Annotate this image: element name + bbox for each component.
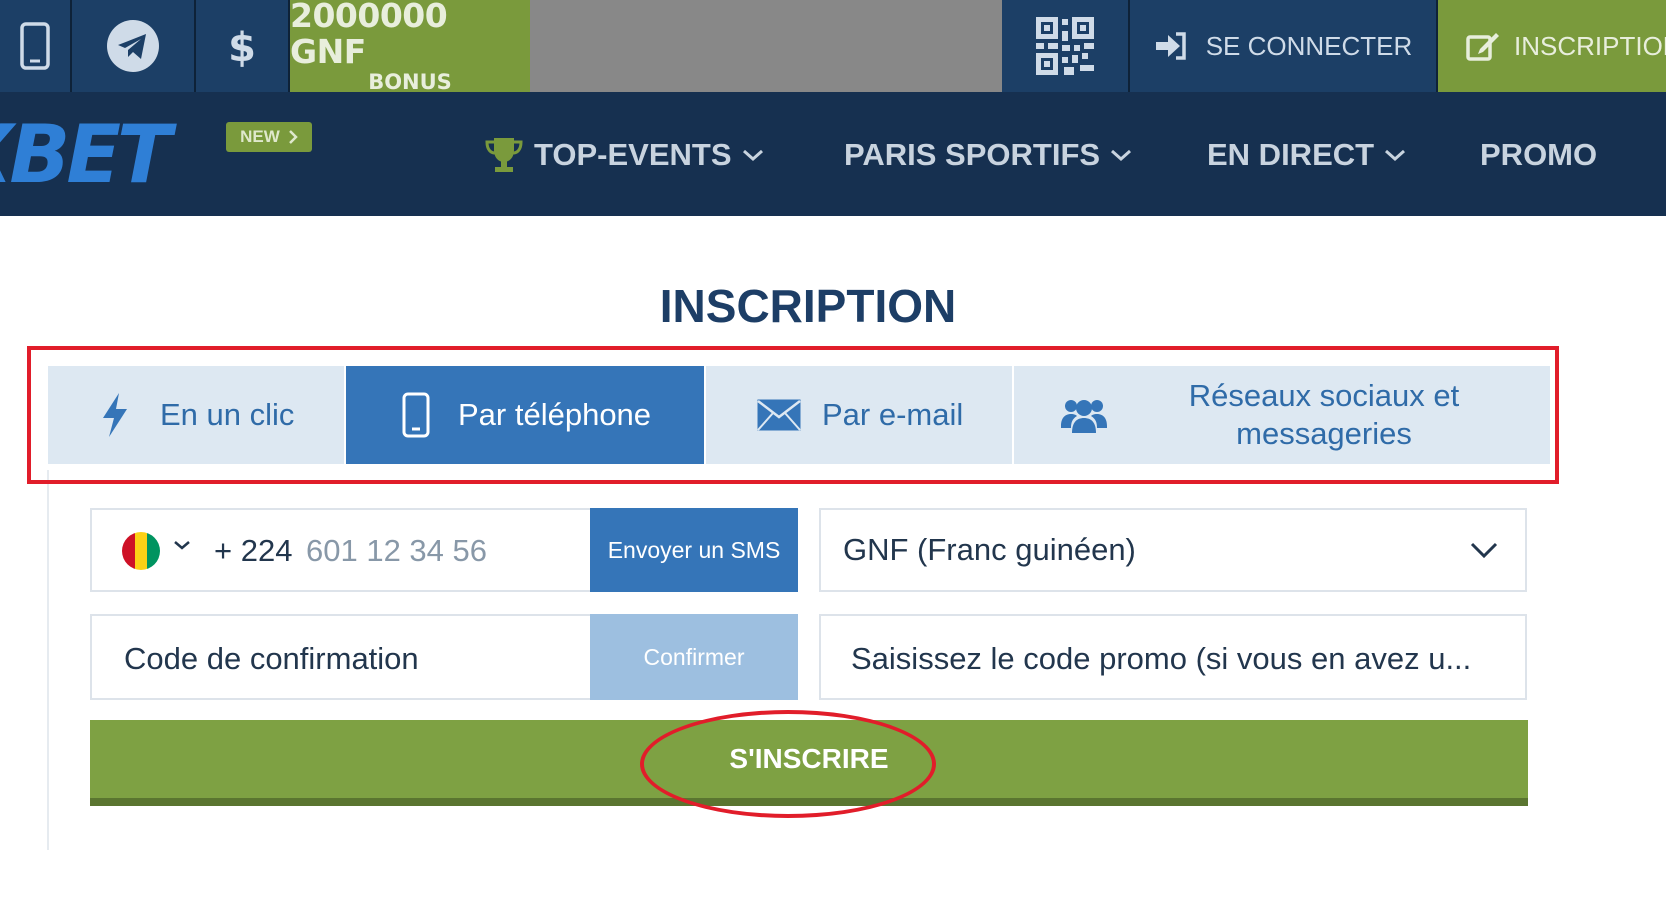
login-button[interactable]: SE CONNECTER (1130, 0, 1438, 92)
mobile-app-button[interactable] (0, 0, 72, 92)
svg-text:$: $ (228, 25, 256, 69)
trophy-icon (484, 136, 524, 174)
bonus-banner[interactable]: 2000000 GNF BONUS (290, 0, 530, 94)
nav-promo-label: PROMO (1480, 137, 1598, 172)
dial-code: + 224 (214, 533, 293, 568)
nav-sports-betting[interactable]: PARIS SPORTIFS (844, 132, 1132, 178)
tab-phone-label: Par téléphone (458, 397, 652, 432)
lightning-icon (100, 392, 130, 438)
confirmation-code-input[interactable] (124, 640, 584, 678)
phone-icon (20, 22, 50, 70)
top-bar: $ 2000000 GNF BONUS SE CONNECTER INSCRIP… (0, 0, 1666, 94)
users-group-icon (1060, 396, 1108, 434)
flag-yellow-stripe (134, 532, 148, 570)
tab-one-click[interactable]: En un clic (48, 366, 344, 464)
guinea-flag-icon[interactable] (122, 532, 160, 570)
nav-top-events[interactable]: TOP-EVENTS (484, 132, 764, 178)
nav-top-events-label: TOP-EVENTS (534, 137, 732, 172)
confirmation-code-field: Confirmer (90, 614, 798, 700)
page-title: INSCRIPTION (659, 280, 957, 332)
flag-green-stripe (147, 532, 160, 570)
qr-code-button[interactable] (1002, 0, 1130, 92)
nav-live[interactable]: EN DIRECT (1207, 132, 1406, 178)
currency-value: GNF (Franc guinéen) (843, 532, 1136, 567)
telegram-button[interactable] (72, 0, 196, 92)
phone-number-field: + 224 Envoyer un SMS (90, 508, 798, 592)
register-top-button[interactable]: INSCRIPTION (1438, 0, 1666, 92)
tab-social-networks[interactable]: Réseaux sociaux et messageries (1014, 366, 1550, 464)
tab-email[interactable]: Par e-mail (706, 366, 1012, 464)
chevron-down-icon (1469, 540, 1499, 560)
promo-code-input[interactable] (851, 640, 1501, 678)
envelope-icon (756, 398, 802, 432)
confirm-code-button[interactable]: Confirmer (590, 614, 798, 700)
site-logo[interactable]: 1XBET (0, 110, 172, 200)
phone-input[interactable] (306, 532, 586, 570)
flag-red-stripe (122, 532, 135, 570)
banner-placeholder (530, 0, 1002, 92)
new-badge[interactable]: NEW (226, 122, 312, 152)
chevron-down-icon (742, 148, 764, 162)
sign-in-icon (1154, 31, 1188, 61)
tab-social-networks-label: Réseaux sociaux et messageries (1188, 378, 1460, 451)
qr-code-icon (1036, 17, 1094, 75)
dollar-icon: $ (228, 23, 256, 69)
main-nav: 1XBET NEW TOP-EVENTS PARIS SPORTIFS EN D… (0, 92, 1666, 216)
tab-email-label: Par e-mail (822, 397, 964, 432)
bonus-label: BONUS (368, 70, 452, 94)
register-top-label: INSCRIPTION (1514, 30, 1666, 61)
tab-phone[interactable]: Par téléphone (346, 366, 704, 464)
form-panel-border (47, 470, 49, 850)
promo-code-field (819, 614, 1527, 700)
nav-sports-betting-label: PARIS SPORTIFS (844, 137, 1101, 172)
telegram-icon (106, 19, 160, 73)
edit-icon (1466, 31, 1500, 61)
send-sms-button[interactable]: Envoyer un SMS (590, 508, 798, 592)
nav-live-label: EN DIRECT (1207, 137, 1375, 172)
register-submit-button[interactable]: S'INSCRIRE (90, 720, 1528, 806)
country-chevron-down-icon[interactable] (172, 538, 192, 552)
nav-promo[interactable]: PROMO (1480, 132, 1597, 178)
tab-one-click-label: En un clic (160, 397, 295, 432)
chevron-right-icon (288, 129, 298, 145)
currency-select[interactable]: GNF (Franc guinéen) (819, 508, 1527, 592)
chevron-down-icon (1384, 148, 1406, 162)
chevron-down-icon (1110, 148, 1132, 162)
bonus-amount: 2000000 GNF (290, 0, 448, 71)
currency-button[interactable]: $ (196, 0, 290, 92)
phone-icon (402, 392, 430, 438)
login-label: SE CONNECTER (1205, 30, 1413, 61)
